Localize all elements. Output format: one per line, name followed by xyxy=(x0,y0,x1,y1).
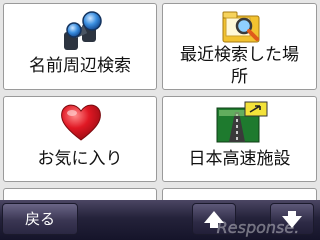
tile-recent-searches[interactable]: 最近検索した場 所 xyxy=(162,3,317,90)
watermark-logo: Response. xyxy=(216,218,300,238)
tile-name-search[interactable]: 名前周辺検索 xyxy=(3,3,157,90)
highway-road-icon xyxy=(216,101,268,143)
watermark-text: Response. xyxy=(217,218,300,237)
tile-label: 名前周辺検索 xyxy=(29,56,131,76)
folder-search-icon xyxy=(222,11,260,43)
binoculars-icon xyxy=(64,11,102,50)
tile-label: お気に入り xyxy=(37,149,123,169)
tile-label: 最近検索した場 所 xyxy=(180,45,299,87)
heart-icon xyxy=(61,104,101,141)
tile-label: 日本高速施設 xyxy=(188,149,291,169)
back-button[interactable]: 戻る xyxy=(2,203,78,235)
tile-highway-facilities[interactable]: 日本高速施設 xyxy=(162,96,317,182)
tile-favorites[interactable]: お気に入り xyxy=(3,96,157,182)
